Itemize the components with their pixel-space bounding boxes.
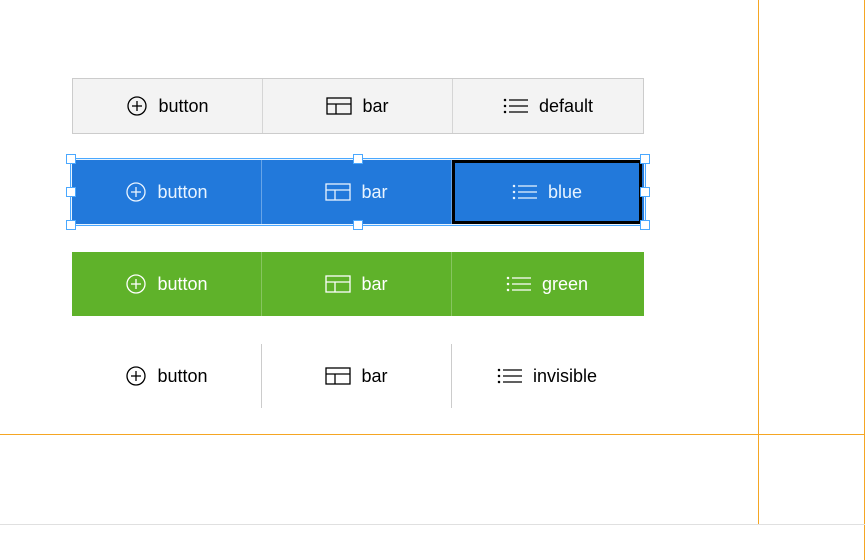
design-canvas[interactable]: button bar default button bar: [0, 0, 865, 560]
list-cell[interactable]: blue: [452, 160, 642, 224]
list-cell[interactable]: invisible: [452, 344, 642, 408]
list-icon: [506, 275, 532, 293]
guide-horizontal: [0, 434, 865, 435]
plus-circle-icon: [126, 95, 148, 117]
button-group-green[interactable]: button bar green: [72, 252, 644, 316]
list-label: invisible: [533, 366, 597, 387]
list-cell[interactable]: default: [453, 79, 643, 133]
guide-horizontal-light: [0, 524, 865, 525]
bar-label: bar: [361, 182, 387, 203]
button-label: button: [158, 96, 208, 117]
guide-vertical: [758, 0, 759, 525]
bar-label: bar: [361, 366, 387, 387]
bar-label: bar: [362, 96, 388, 117]
layout-icon: [325, 183, 351, 201]
bar-label: bar: [361, 274, 387, 295]
button-group-blue[interactable]: button bar blue: [72, 160, 644, 224]
plus-circle-icon: [125, 365, 147, 387]
list-cell[interactable]: green: [452, 252, 642, 316]
button-cell[interactable]: button: [73, 79, 263, 133]
button-cell[interactable]: button: [72, 252, 262, 316]
button-cell[interactable]: button: [72, 344, 262, 408]
layout-icon: [326, 97, 352, 115]
button-label: button: [157, 182, 207, 203]
button-label: button: [157, 274, 207, 295]
layout-icon: [325, 275, 351, 293]
list-label: blue: [548, 182, 582, 203]
layout-icon: [325, 367, 351, 385]
list-label: green: [542, 274, 588, 295]
bar-cell[interactable]: bar: [262, 252, 452, 316]
list-label: default: [539, 96, 593, 117]
bar-cell[interactable]: bar: [262, 160, 452, 224]
list-icon: [512, 183, 538, 201]
button-group-invisible[interactable]: button bar invisible: [72, 344, 644, 408]
bar-cell[interactable]: bar: [262, 344, 452, 408]
bar-cell[interactable]: bar: [263, 79, 453, 133]
plus-circle-icon: [125, 181, 147, 203]
button-label: button: [157, 366, 207, 387]
plus-circle-icon: [125, 273, 147, 295]
button-group-default[interactable]: button bar default: [72, 78, 644, 134]
selected-group-wrapper[interactable]: button bar blue: [72, 160, 644, 224]
button-cell[interactable]: button: [72, 160, 262, 224]
list-icon: [503, 97, 529, 115]
list-icon: [497, 367, 523, 385]
